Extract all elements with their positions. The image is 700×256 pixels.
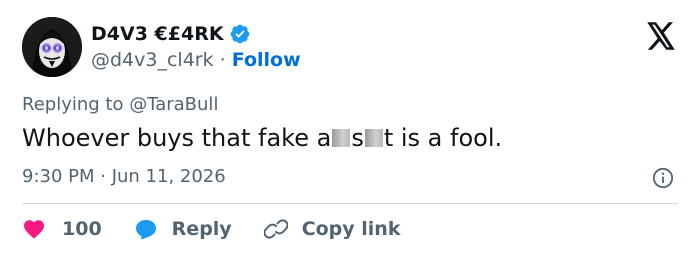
tweet-timestamp[interactable]: 9:30 PM · Jun 11, 2026 — [22, 166, 226, 187]
verified-badge-icon — [229, 23, 251, 45]
tweet-text-part-1: Whoever buys that fake a — [22, 124, 332, 152]
handle-separator: · — [219, 49, 232, 71]
heart-icon — [22, 217, 46, 241]
copy-link-label: Copy link — [301, 218, 401, 240]
x-logo-icon[interactable] — [646, 22, 676, 50]
follow-button[interactable]: Follow — [232, 49, 301, 71]
replying-prefix: Replying to — [22, 94, 130, 115]
info-icon[interactable] — [652, 167, 674, 189]
like-button[interactable]: 100 — [22, 217, 102, 241]
author-handle[interactable]: @d4v3_cl4rk — [91, 49, 214, 71]
link-icon — [263, 217, 289, 241]
avatar-image — [22, 17, 82, 77]
tweet-text-part-3: t is a fool. — [383, 124, 503, 152]
author-info: D4V3 €£4RK @d4v3_cl4rk · Follow — [91, 22, 301, 71]
copy-link-button[interactable]: Copy link — [263, 217, 401, 241]
replying-to: Replying to @TaraBull — [22, 94, 218, 115]
divider — [22, 203, 678, 204]
tweet-text: Whoever buys that fake a s t is a fool. — [22, 124, 502, 152]
speech-bubble-icon — [134, 217, 158, 241]
author-name-row: D4V3 €£4RK — [91, 22, 301, 46]
reply-label: Reply — [171, 218, 232, 240]
action-bar: 100 Reply Copy link — [22, 216, 432, 242]
replying-handle[interactable]: @TaraBull — [129, 94, 218, 115]
censor-blur — [364, 129, 383, 147]
tweet-embed: D4V3 €£4RK @d4v3_cl4rk · Follow Replying… — [0, 0, 700, 256]
author-handle-row: @d4v3_cl4rk · Follow — [91, 49, 301, 71]
author-display-name[interactable]: D4V3 €£4RK — [91, 23, 224, 45]
like-count: 100 — [62, 218, 102, 240]
avatar[interactable] — [22, 17, 82, 77]
reply-button[interactable]: Reply — [134, 217, 232, 241]
tweet-text-part-2: s — [351, 124, 364, 152]
censor-blur — [332, 129, 351, 147]
